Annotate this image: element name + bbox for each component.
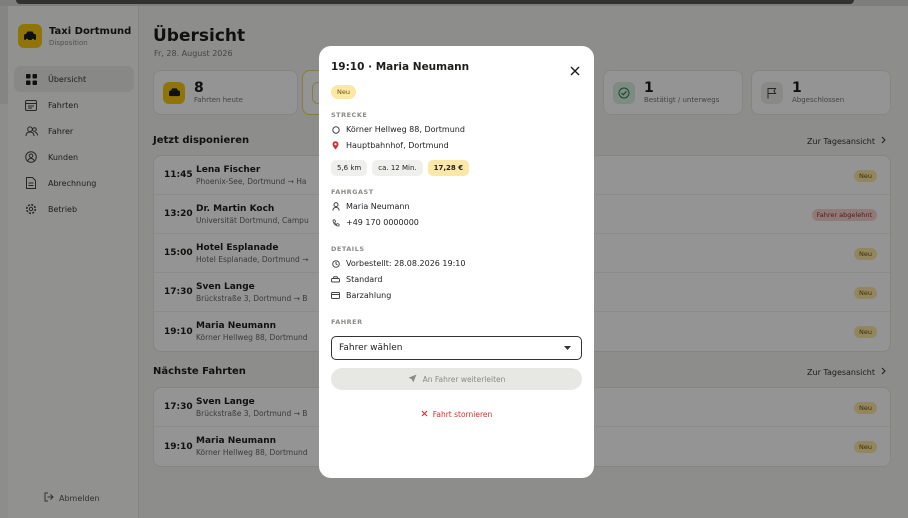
cancel-button-label: Fahrt stornieren xyxy=(432,410,493,419)
clock-icon xyxy=(331,259,340,268)
passenger-name-text: Maria Neumann xyxy=(346,202,410,211)
map-pin-icon xyxy=(331,141,340,150)
payment-text: Barzahlung xyxy=(346,291,392,300)
route-section-label: STRECKE xyxy=(331,111,368,119)
caret-down-icon xyxy=(564,343,571,353)
circle-icon xyxy=(331,125,340,134)
trip-detail-modal: 19:10 · Maria Neumann Neu STRECKE Körner… xyxy=(319,46,594,478)
passenger-phone: +49 170 0000000 xyxy=(331,218,419,227)
details-section-label: DETAILS xyxy=(331,245,365,253)
passenger-section-label: FAHRGAST xyxy=(331,188,374,196)
vehicle-detail: Standard xyxy=(331,275,382,284)
distance-chip: 5,6 km xyxy=(331,160,368,176)
pickup-text: Körner Hellweg 88, Dortmund xyxy=(346,125,465,134)
vehicle-text: Standard xyxy=(346,275,383,284)
forward-to-driver-button[interactable]: An Fahrer weiterleiten xyxy=(331,368,582,390)
passenger-phone-text: +49 170 0000000 xyxy=(346,218,419,227)
close-icon[interactable] xyxy=(569,62,581,76)
preorder-text: Vorbestellt: 28.08.2026 19:10 xyxy=(346,259,466,268)
car-icon xyxy=(331,275,340,284)
phone-icon xyxy=(331,218,340,227)
pickup-address: Körner Hellweg 88, Dortmund xyxy=(331,125,465,134)
driver-section-label: FAHRER xyxy=(331,318,363,326)
trip-metrics: 5,6 km ca. 12 Min. 17,28 € xyxy=(331,160,470,176)
preorder-detail: Vorbestellt: 28.08.2026 19:10 xyxy=(331,259,465,268)
driver-select[interactable]: Fahrer wählen xyxy=(331,336,582,360)
payment-detail: Barzahlung xyxy=(331,291,391,300)
duration-chip: ca. 12 Min. xyxy=(372,160,423,176)
status-badge: Neu xyxy=(331,85,356,99)
close-icon xyxy=(421,410,428,419)
price-chip: 17,28 € xyxy=(427,160,470,176)
modal-title: 19:10 · Maria Neumann xyxy=(331,61,470,73)
driver-select-value: Fahrer wählen xyxy=(339,343,403,353)
send-icon xyxy=(408,374,417,385)
forward-button-label: An Fahrer weiterleiten xyxy=(422,374,506,384)
credit-card-icon xyxy=(331,291,340,300)
passenger-name: Maria Neumann xyxy=(331,202,410,211)
cancel-trip-button[interactable]: Fahrt stornieren xyxy=(319,410,594,419)
user-icon xyxy=(331,202,340,211)
destination-text: Hauptbahnhof, Dortmund xyxy=(346,141,449,150)
destination-address: Hauptbahnhof, Dortmund xyxy=(331,141,449,150)
